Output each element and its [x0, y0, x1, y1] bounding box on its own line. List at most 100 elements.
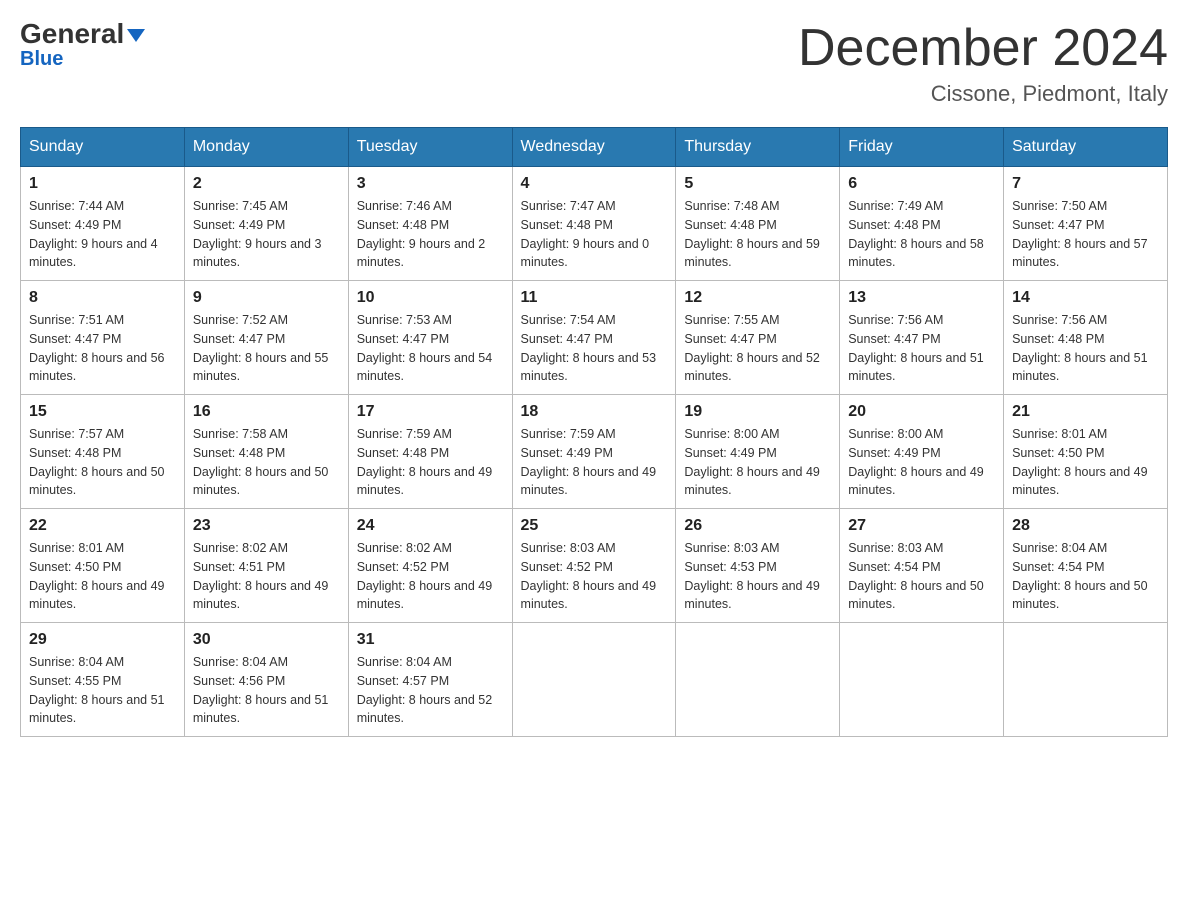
col-sunday: Sunday — [21, 128, 185, 167]
day-info: Sunrise: 8:04 AMSunset: 4:55 PMDaylight:… — [29, 653, 176, 728]
table-row: 17 Sunrise: 7:59 AMSunset: 4:48 PMDaylig… — [348, 395, 512, 509]
day-info: Sunrise: 8:03 AMSunset: 4:54 PMDaylight:… — [848, 539, 995, 614]
day-info: Sunrise: 8:03 AMSunset: 4:53 PMDaylight:… — [684, 539, 831, 614]
table-row — [512, 623, 676, 737]
col-friday: Friday — [840, 128, 1004, 167]
day-number: 9 — [193, 289, 340, 307]
day-number: 6 — [848, 175, 995, 193]
day-number: 19 — [684, 403, 831, 421]
day-number: 26 — [684, 517, 831, 535]
table-row: 31 Sunrise: 8:04 AMSunset: 4:57 PMDaylig… — [348, 623, 512, 737]
logo-blue-text: Blue — [20, 48, 63, 71]
day-number: 23 — [193, 517, 340, 535]
day-info: Sunrise: 7:57 AMSunset: 4:48 PMDaylight:… — [29, 425, 176, 500]
day-number: 24 — [357, 517, 504, 535]
table-row — [676, 623, 840, 737]
day-number: 5 — [684, 175, 831, 193]
calendar-week-4: 22 Sunrise: 8:01 AMSunset: 4:50 PMDaylig… — [21, 509, 1168, 623]
logo-general-text: General — [20, 20, 124, 48]
day-info: Sunrise: 7:51 AMSunset: 4:47 PMDaylight:… — [29, 311, 176, 386]
table-row: 1 Sunrise: 7:44 AMSunset: 4:49 PMDayligh… — [21, 167, 185, 281]
day-info: Sunrise: 8:04 AMSunset: 4:54 PMDaylight:… — [1012, 539, 1159, 614]
table-row — [840, 623, 1004, 737]
day-info: Sunrise: 8:01 AMSunset: 4:50 PMDaylight:… — [1012, 425, 1159, 500]
table-row: 19 Sunrise: 8:00 AMSunset: 4:49 PMDaylig… — [676, 395, 840, 509]
table-row: 30 Sunrise: 8:04 AMSunset: 4:56 PMDaylig… — [184, 623, 348, 737]
day-info: Sunrise: 7:44 AMSunset: 4:49 PMDaylight:… — [29, 197, 176, 272]
calendar-table: Sunday Monday Tuesday Wednesday Thursday… — [20, 127, 1168, 737]
day-number: 27 — [848, 517, 995, 535]
day-number: 13 — [848, 289, 995, 307]
day-number: 3 — [357, 175, 504, 193]
table-row: 16 Sunrise: 7:58 AMSunset: 4:48 PMDaylig… — [184, 395, 348, 509]
day-number: 12 — [684, 289, 831, 307]
day-info: Sunrise: 7:56 AMSunset: 4:47 PMDaylight:… — [848, 311, 995, 386]
day-info: Sunrise: 7:56 AMSunset: 4:48 PMDaylight:… — [1012, 311, 1159, 386]
table-row: 8 Sunrise: 7:51 AMSunset: 4:47 PMDayligh… — [21, 281, 185, 395]
day-info: Sunrise: 7:46 AMSunset: 4:48 PMDaylight:… — [357, 197, 504, 272]
calendar-header-row: Sunday Monday Tuesday Wednesday Thursday… — [21, 128, 1168, 167]
table-row: 28 Sunrise: 8:04 AMSunset: 4:54 PMDaylig… — [1004, 509, 1168, 623]
table-row: 21 Sunrise: 8:01 AMSunset: 4:50 PMDaylig… — [1004, 395, 1168, 509]
day-info: Sunrise: 7:49 AMSunset: 4:48 PMDaylight:… — [848, 197, 995, 272]
table-row: 25 Sunrise: 8:03 AMSunset: 4:52 PMDaylig… — [512, 509, 676, 623]
table-row — [1004, 623, 1168, 737]
day-info: Sunrise: 8:00 AMSunset: 4:49 PMDaylight:… — [848, 425, 995, 500]
table-row: 24 Sunrise: 8:02 AMSunset: 4:52 PMDaylig… — [348, 509, 512, 623]
day-info: Sunrise: 7:59 AMSunset: 4:49 PMDaylight:… — [521, 425, 668, 500]
day-info: Sunrise: 8:04 AMSunset: 4:56 PMDaylight:… — [193, 653, 340, 728]
table-row: 13 Sunrise: 7:56 AMSunset: 4:47 PMDaylig… — [840, 281, 1004, 395]
calendar-week-5: 29 Sunrise: 8:04 AMSunset: 4:55 PMDaylig… — [21, 623, 1168, 737]
day-number: 17 — [357, 403, 504, 421]
col-wednesday: Wednesday — [512, 128, 676, 167]
day-number: 28 — [1012, 517, 1159, 535]
day-info: Sunrise: 7:55 AMSunset: 4:47 PMDaylight:… — [684, 311, 831, 386]
day-info: Sunrise: 7:54 AMSunset: 4:47 PMDaylight:… — [521, 311, 668, 386]
table-row: 23 Sunrise: 8:02 AMSunset: 4:51 PMDaylig… — [184, 509, 348, 623]
day-number: 22 — [29, 517, 176, 535]
day-number: 2 — [193, 175, 340, 193]
table-row: 15 Sunrise: 7:57 AMSunset: 4:48 PMDaylig… — [21, 395, 185, 509]
table-row: 3 Sunrise: 7:46 AMSunset: 4:48 PMDayligh… — [348, 167, 512, 281]
day-info: Sunrise: 7:45 AMSunset: 4:49 PMDaylight:… — [193, 197, 340, 272]
col-monday: Monday — [184, 128, 348, 167]
day-number: 10 — [357, 289, 504, 307]
col-saturday: Saturday — [1004, 128, 1168, 167]
day-number: 1 — [29, 175, 176, 193]
day-info: Sunrise: 7:48 AMSunset: 4:48 PMDaylight:… — [684, 197, 831, 272]
day-number: 30 — [193, 631, 340, 649]
day-number: 15 — [29, 403, 176, 421]
table-row: 9 Sunrise: 7:52 AMSunset: 4:47 PMDayligh… — [184, 281, 348, 395]
page-header: General Blue December 2024 Cissone, Pied… — [20, 20, 1168, 107]
calendar-week-1: 1 Sunrise: 7:44 AMSunset: 4:49 PMDayligh… — [21, 167, 1168, 281]
day-number: 31 — [357, 631, 504, 649]
day-number: 20 — [848, 403, 995, 421]
calendar-week-2: 8 Sunrise: 7:51 AMSunset: 4:47 PMDayligh… — [21, 281, 1168, 395]
day-info: Sunrise: 8:02 AMSunset: 4:51 PMDaylight:… — [193, 539, 340, 614]
table-row: 27 Sunrise: 8:03 AMSunset: 4:54 PMDaylig… — [840, 509, 1004, 623]
title-area: December 2024 Cissone, Piedmont, Italy — [798, 20, 1168, 107]
col-thursday: Thursday — [676, 128, 840, 167]
table-row: 18 Sunrise: 7:59 AMSunset: 4:49 PMDaylig… — [512, 395, 676, 509]
table-row: 11 Sunrise: 7:54 AMSunset: 4:47 PMDaylig… — [512, 281, 676, 395]
table-row: 22 Sunrise: 8:01 AMSunset: 4:50 PMDaylig… — [21, 509, 185, 623]
day-number: 29 — [29, 631, 176, 649]
table-row: 20 Sunrise: 8:00 AMSunset: 4:49 PMDaylig… — [840, 395, 1004, 509]
day-info: Sunrise: 7:47 AMSunset: 4:48 PMDaylight:… — [521, 197, 668, 272]
day-number: 18 — [521, 403, 668, 421]
table-row: 5 Sunrise: 7:48 AMSunset: 4:48 PMDayligh… — [676, 167, 840, 281]
day-number: 21 — [1012, 403, 1159, 421]
day-info: Sunrise: 7:50 AMSunset: 4:47 PMDaylight:… — [1012, 197, 1159, 272]
day-number: 8 — [29, 289, 176, 307]
col-tuesday: Tuesday — [348, 128, 512, 167]
day-number: 11 — [521, 289, 668, 307]
table-row: 29 Sunrise: 8:04 AMSunset: 4:55 PMDaylig… — [21, 623, 185, 737]
day-info: Sunrise: 7:59 AMSunset: 4:48 PMDaylight:… — [357, 425, 504, 500]
day-number: 14 — [1012, 289, 1159, 307]
day-info: Sunrise: 8:04 AMSunset: 4:57 PMDaylight:… — [357, 653, 504, 728]
calendar-week-3: 15 Sunrise: 7:57 AMSunset: 4:48 PMDaylig… — [21, 395, 1168, 509]
logo: General Blue — [20, 20, 145, 71]
day-info: Sunrise: 8:03 AMSunset: 4:52 PMDaylight:… — [521, 539, 668, 614]
table-row: 2 Sunrise: 7:45 AMSunset: 4:49 PMDayligh… — [184, 167, 348, 281]
day-info: Sunrise: 7:53 AMSunset: 4:47 PMDaylight:… — [357, 311, 504, 386]
